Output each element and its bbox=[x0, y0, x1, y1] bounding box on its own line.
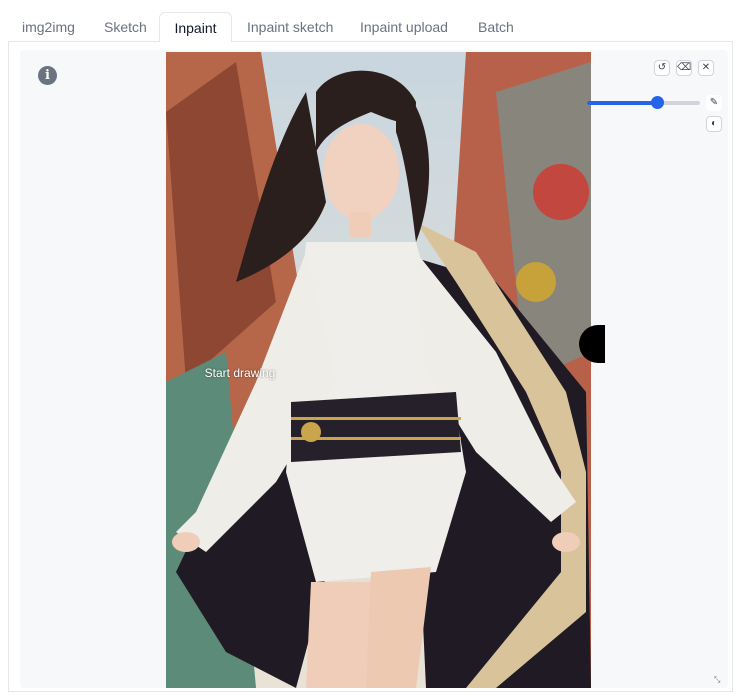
close-icon[interactable]: ✕ bbox=[698, 60, 714, 76]
inpaint-canvas[interactable]: i Start drawing ↺ ⌫ ✕ ✎ ◐ ⤡ bbox=[20, 50, 728, 688]
info-icon[interactable]: i bbox=[38, 66, 57, 85]
tab-inpaint[interactable]: Inpaint bbox=[159, 12, 232, 42]
tab-sketch[interactable]: Sketch bbox=[104, 12, 147, 42]
tab-inpaint-upload[interactable]: Inpaint upload bbox=[360, 12, 448, 42]
tab-img2img[interactable]: img2img bbox=[22, 12, 75, 42]
inpaint-panel: i Start drawing ↺ ⌫ ✕ ✎ ◐ ⤡ bbox=[8, 41, 733, 692]
start-drawing-hint: Start drawing bbox=[204, 366, 276, 380]
slider-fill bbox=[587, 101, 658, 105]
eraser-icon[interactable]: ⌫ bbox=[676, 60, 692, 76]
slider-thumb[interactable] bbox=[651, 96, 665, 109]
tab-batch[interactable]: Batch bbox=[478, 12, 514, 42]
brush-size-slider[interactable] bbox=[587, 96, 700, 109]
brush-icon[interactable]: ✎ bbox=[706, 95, 722, 111]
undo-icon[interactable]: ↺ bbox=[654, 60, 670, 76]
palette-icon[interactable]: ◐ bbox=[706, 116, 722, 132]
tab-bar: img2img Sketch Inpaint Inpaint sketch In… bbox=[8, 12, 732, 42]
resize-corner-icon[interactable]: ⤡ bbox=[714, 676, 722, 684]
tab-inpaint-sketch[interactable]: Inpaint sketch bbox=[247, 12, 333, 42]
